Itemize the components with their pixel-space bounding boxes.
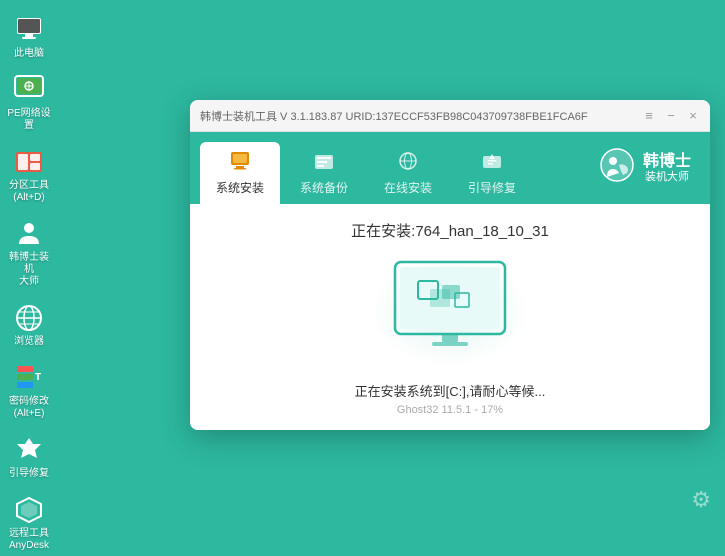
close-button[interactable]: × [686, 109, 700, 123]
title-bar: 韩博士装机工具 V 3.1.183.87 URID:137ECCF53FB98C… [190, 100, 710, 132]
monitor-svg [380, 257, 520, 362]
tab-system-install[interactable]: 系统安装 [200, 142, 280, 204]
sidebar-item-partition[interactable]: 分区工具(Alt+D) [2, 142, 56, 208]
sidebar-item-browser[interactable]: 浏览器 [2, 298, 56, 352]
window-controls: ≡ − × [642, 109, 700, 123]
minimize-button[interactable]: − [664, 109, 678, 123]
boot-repair-label: 引导修复 [9, 468, 49, 480]
tab-online-install[interactable]: 在线安装 [368, 142, 448, 204]
nav-tabs: 系统安装 系统备份 [190, 132, 580, 204]
svg-text:T: T [35, 372, 41, 383]
tab-system-backup-label: 系统备份 [300, 179, 348, 196]
menu-button[interactable]: ≡ [642, 109, 656, 123]
online-install-tab-icon [397, 150, 419, 177]
partition-icon [13, 146, 45, 178]
sidebar-item-computer[interactable]: 此电脑 [2, 10, 56, 64]
anydesk-icon [13, 494, 45, 526]
hanbo-label: 韩博士装机大师 [6, 252, 52, 288]
brand-text: 韩博士 装机大师 [643, 152, 691, 184]
sidebar-item-anydesk[interactable]: 远程工具AnyDesk [2, 490, 56, 556]
progress-area: 20% 用时:00:00:58 [210, 428, 690, 430]
computer-label: 此电脑 [14, 48, 44, 60]
progress-time: 用时:00:00:58 [616, 428, 686, 430]
boot-repair-icon [13, 434, 45, 466]
sidebar-item-registry[interactable]: T 密码修改(Alt+E) [2, 358, 56, 424]
boot-repair-tab-icon [481, 150, 503, 177]
browser-label: 浏览器 [14, 336, 44, 348]
registry-icon: T [13, 362, 45, 394]
system-install-tab-icon [229, 150, 251, 177]
pe-network-icon [13, 74, 45, 106]
registry-label: 密码修改(Alt+E) [9, 396, 49, 420]
partition-label: 分区工具(Alt+D) [9, 180, 49, 204]
sidebar-item-boot-repair[interactable]: 引导修复 [2, 430, 56, 484]
app-window: 韩博士装机工具 V 3.1.183.87 URID:137ECCF53FB98C… [190, 100, 710, 430]
window-title: 韩博士装机工具 V 3.1.183.87 URID:137ECCF53FB98C… [200, 108, 642, 124]
tab-boot-repair[interactable]: 引导修复 [452, 142, 532, 204]
status-text: 正在安装系统到[C:],请耐心等候... [355, 381, 546, 400]
pe-network-label: PE网络设置 [6, 108, 52, 132]
brand-name: 韩博士 [643, 152, 691, 171]
brand-logo-icon [599, 147, 635, 190]
computer-icon [13, 14, 45, 46]
monitor-illustration [370, 257, 530, 367]
app-header: 系统安装 系统备份 [190, 132, 710, 204]
tab-system-backup[interactable]: 系统备份 [284, 142, 364, 204]
hanbo-icon [13, 218, 45, 250]
brand-right: 韩博士 装机大师 [580, 132, 710, 204]
app-content: 正在安装:764_han_18_10_31 正在安装系统到[C:],请耐心等候.… [190, 204, 710, 430]
browser-icon [13, 302, 45, 334]
installing-title: 正在安装:764_han_18_10_31 [351, 220, 549, 241]
tab-system-install-label: 系统安装 [216, 179, 264, 196]
ghost-text: Ghost32 11.5.1 - 17% [397, 404, 503, 416]
desktop-sidebar: 此电脑 PE网络设置 分区工具(Alt+D) [0, 0, 58, 527]
sidebar-item-hanbo[interactable]: 韩博士装机大师 [2, 214, 56, 292]
brand-subtitle: 装机大师 [643, 171, 691, 184]
anydesk-label: 远程工具AnyDesk [9, 528, 49, 552]
tab-boot-repair-label: 引导修复 [468, 179, 516, 196]
gear-icon[interactable]: ⚙ [691, 487, 711, 513]
tab-online-install-label: 在线安装 [384, 179, 432, 196]
sidebar-item-pe-network[interactable]: PE网络设置 [2, 70, 56, 136]
system-backup-tab-icon [313, 150, 335, 177]
